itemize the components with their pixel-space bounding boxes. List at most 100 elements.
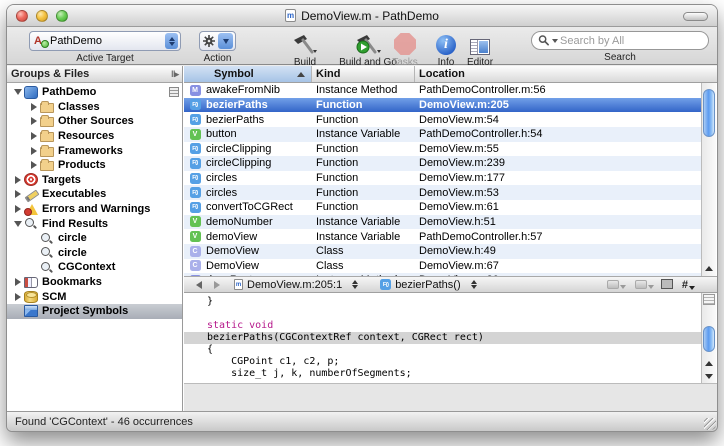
cell-kind: Function bbox=[312, 201, 415, 213]
main-pane: Symbol Kind Location MawakeFromNibInstan… bbox=[184, 66, 717, 411]
counterpart-icon[interactable] bbox=[663, 281, 673, 289]
sidebar-item-pathdemo[interactable]: PathDemo bbox=[7, 85, 182, 100]
active-target-caption: Active Target bbox=[76, 53, 134, 64]
disclosure-triangle-icon[interactable] bbox=[13, 293, 23, 301]
split-collapse-icon[interactable]: ‖▸ bbox=[171, 69, 178, 80]
split-editor-handle-icon[interactable] bbox=[703, 294, 715, 305]
sidebar-item-label: Resources bbox=[58, 130, 114, 142]
sidebar-item-frameworks[interactable]: Frameworks bbox=[7, 143, 182, 158]
sidebar-item-circle[interactable]: circle bbox=[7, 231, 182, 246]
sidebar-item-project-symbols[interactable]: Project Symbols bbox=[7, 304, 182, 319]
editor-scroll-up-button[interactable] bbox=[702, 357, 716, 370]
sidebar-item-bookmarks[interactable]: Bookmarks bbox=[7, 275, 182, 290]
cell-symbol: circleClipping bbox=[206, 143, 312, 155]
active-target-popup[interactable]: A PathDemo bbox=[29, 31, 181, 51]
line-number-menu[interactable]: # bbox=[682, 279, 695, 291]
sidebar-header-label: Groups & Files bbox=[11, 68, 89, 80]
toolbar-toggle-capsule[interactable] bbox=[683, 12, 708, 21]
disclosure-triangle-icon[interactable] bbox=[13, 205, 23, 213]
folder-icon bbox=[40, 132, 54, 142]
cell-kind: Function bbox=[312, 187, 415, 199]
table-row[interactable]: F()convertToCGRectFunctionDemoView.m:61 bbox=[184, 200, 701, 215]
disclosure-triangle-icon[interactable] bbox=[13, 278, 23, 286]
table-header: Symbol Kind Location bbox=[184, 66, 717, 83]
build-button[interactable]: Build bbox=[283, 31, 327, 68]
info-button[interactable]: i Info bbox=[431, 31, 461, 68]
title-bar[interactable]: m DemoView.m - PathDemo bbox=[7, 5, 717, 27]
column-header-kind[interactable]: Kind bbox=[312, 66, 415, 82]
column-header-symbol[interactable]: Symbol bbox=[184, 66, 312, 82]
exec-icon bbox=[24, 188, 38, 201]
table-row[interactable]: MawakeFromNibInstance MethodPathDemoCont… bbox=[184, 83, 701, 98]
table-row[interactable]: VdemoNumberInstance VariableDemoView.h:5… bbox=[184, 215, 701, 230]
code-editor[interactable]: }static voidbezierPaths(CGContextRef con… bbox=[184, 293, 701, 383]
sidebar-item-circle[interactable]: circle bbox=[7, 246, 182, 261]
sidebar-header[interactable]: Groups & Files ‖▸ bbox=[7, 66, 182, 83]
cell-kind: Function bbox=[312, 99, 415, 111]
disclosure-triangle-icon[interactable] bbox=[13, 221, 23, 227]
table-scrollbar[interactable] bbox=[701, 83, 716, 288]
sidebar-item-find-results[interactable]: Find Results bbox=[7, 216, 182, 231]
table-row[interactable]: F()bezierPathsFunctionDemoView.m:205 bbox=[184, 98, 701, 113]
nav-back-icon[interactable] bbox=[196, 281, 202, 289]
sidebar-item-products[interactable]: Products bbox=[7, 158, 182, 173]
xcode-window: m DemoView.m - PathDemo A PathDemo Activ… bbox=[6, 4, 718, 432]
nav-forward-icon[interactable] bbox=[214, 281, 220, 289]
disclosure-triangle-icon[interactable] bbox=[13, 89, 23, 95]
zoom-button[interactable] bbox=[56, 10, 68, 22]
sidebar-item-targets[interactable]: Targets bbox=[7, 173, 182, 188]
disclosure-triangle-icon[interactable] bbox=[29, 117, 39, 125]
bookmark-menu-icon[interactable] bbox=[607, 280, 626, 289]
function-popup[interactable]: bezierPaths() bbox=[395, 279, 460, 291]
search-input[interactable] bbox=[560, 35, 702, 47]
resize-grip[interactable] bbox=[704, 418, 716, 430]
table-row[interactable]: VdemoViewInstance VariablePathDemoContro… bbox=[184, 229, 701, 244]
function-popup-stepper-icon[interactable] bbox=[471, 280, 477, 289]
editor-scrollbar[interactable] bbox=[701, 293, 716, 383]
sidebar-item-errors-and-warnings[interactable]: Errors and Warnings bbox=[7, 202, 182, 217]
column-header-location[interactable]: Location bbox=[415, 66, 717, 82]
sidebar-item-label: Find Results bbox=[42, 218, 108, 230]
table-row[interactable]: CDemoViewClassDemoView.m:67 bbox=[184, 259, 701, 274]
cell-symbol: bezierPaths bbox=[206, 114, 312, 126]
editor-scroll-down-button[interactable] bbox=[702, 370, 716, 383]
table-row[interactable]: F()bezierPathsFunctionDemoView.m:54 bbox=[184, 112, 701, 127]
disclosure-triangle-icon[interactable] bbox=[13, 190, 23, 198]
scroll-up-button[interactable] bbox=[702, 262, 716, 275]
file-popup[interactable]: DemoView.m:205:1 bbox=[247, 279, 342, 291]
sidebar-item-label: Other Sources bbox=[58, 115, 134, 127]
action-group: Action bbox=[199, 31, 236, 64]
minimize-button[interactable] bbox=[36, 10, 48, 22]
cell-location: DemoView.m:177 bbox=[415, 172, 701, 184]
table-row[interactable]: F()circlesFunctionDemoView.m:177 bbox=[184, 171, 701, 186]
mag-icon bbox=[40, 261, 54, 274]
breakpoint-menu-icon[interactable] bbox=[635, 280, 654, 289]
table-row[interactable]: CDemoViewClassDemoView.h:49 bbox=[184, 244, 701, 259]
disclosure-triangle-icon[interactable] bbox=[29, 147, 39, 155]
sidebar-item-cgcontext[interactable]: CGContext bbox=[7, 260, 182, 275]
close-button[interactable] bbox=[16, 10, 28, 22]
sidebar-item-resources[interactable]: Resources bbox=[7, 129, 182, 144]
sidebar-item-executables[interactable]: Executables bbox=[7, 187, 182, 202]
sidebar-item-other-sources[interactable]: Other Sources bbox=[7, 114, 182, 129]
action-button[interactable] bbox=[199, 31, 236, 51]
search-group: Search bbox=[531, 31, 709, 63]
sidebar-item-classes[interactable]: Classes bbox=[7, 100, 182, 115]
search-scope-dropdown-icon[interactable] bbox=[552, 39, 558, 43]
scrollbar-thumb[interactable] bbox=[703, 89, 715, 137]
file-popup-stepper-icon[interactable] bbox=[352, 280, 358, 289]
editor-scrollbar-thumb[interactable] bbox=[703, 326, 715, 352]
table-row[interactable]: VbuttonInstance VariablePathDemoControll… bbox=[184, 127, 701, 142]
table-row[interactable]: F()circlesFunctionDemoView.m:53 bbox=[184, 185, 701, 200]
table-row[interactable]: F()circleClippingFunctionDemoView.m:239 bbox=[184, 156, 701, 171]
sidebar-item-scm[interactable]: SCM bbox=[7, 289, 182, 304]
mag-icon bbox=[24, 217, 38, 230]
disclosure-triangle-icon[interactable] bbox=[29, 132, 39, 140]
disclosure-triangle-icon[interactable] bbox=[29, 161, 39, 169]
cell-symbol: demoView bbox=[206, 231, 312, 243]
editor-button[interactable]: Editor bbox=[459, 31, 501, 68]
disclosure-triangle-icon[interactable] bbox=[13, 176, 23, 184]
search-field[interactable] bbox=[531, 31, 709, 50]
disclosure-triangle-icon[interactable] bbox=[29, 103, 39, 111]
table-row[interactable]: F()circleClippingFunctionDemoView.m:55 bbox=[184, 142, 701, 157]
